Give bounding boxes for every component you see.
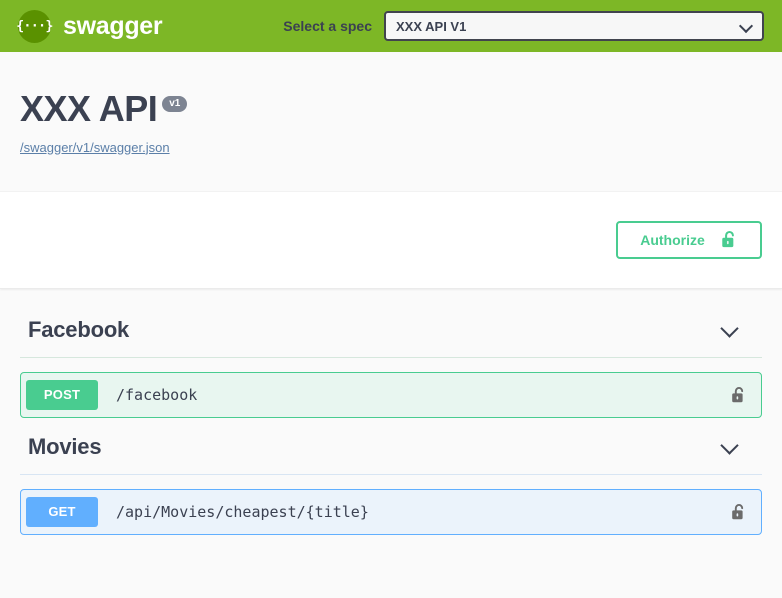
method-badge-get: GET <box>26 496 98 527</box>
tag-name-facebook: Facebook <box>28 316 130 342</box>
unlock-icon <box>721 230 738 249</box>
operation-row[interactable]: GET /api/Movies/cheapest/{title} <box>20 488 762 535</box>
operation-path: /facebook <box>116 385 198 404</box>
spec-selector-label: Select a spec <box>283 18 372 34</box>
unlock-icon[interactable] <box>731 386 747 404</box>
method-badge-post: POST <box>26 379 98 410</box>
swagger-logo[interactable]: {···} swagger <box>16 9 163 43</box>
chevron-down-icon <box>740 20 752 32</box>
authorize-button[interactable]: Authorize <box>616 220 762 259</box>
operation-path: /api/Movies/cheapest/{title} <box>116 502 369 521</box>
spec-selector-group: Select a spec XXX API V1 <box>162 11 764 41</box>
swagger-json-link[interactable]: /swagger/v1/swagger.json <box>20 140 170 155</box>
tag-name-movies: Movies <box>28 433 102 459</box>
unlock-icon[interactable] <box>731 503 747 521</box>
tag-header-movies[interactable]: Movies <box>20 428 762 475</box>
topbar: {···} swagger Select a spec XXX API V1 <box>0 0 782 52</box>
swagger-logo-glyph: {···} <box>16 18 53 34</box>
operation-row[interactable]: POST /facebook <box>20 371 762 418</box>
spec-select-value: XXX API V1 <box>396 18 467 34</box>
tag-header-facebook[interactable]: Facebook <box>20 311 762 358</box>
page-title: XXX API <box>20 88 158 129</box>
swagger-braces-icon: {···} <box>16 9 53 43</box>
tag-section-movies: Movies GET /api/Movies/cheapest/{title} <box>20 428 762 535</box>
authorize-button-label: Authorize <box>640 231 705 248</box>
authorize-bar: Authorize <box>0 191 782 289</box>
chevron-down-icon[interactable] <box>720 320 740 340</box>
version-badge: v1 <box>162 96 188 112</box>
tag-section-facebook: Facebook POST /facebook <box>20 311 762 418</box>
operations-container: Facebook POST /facebook Movies GET /api/… <box>0 288 782 535</box>
spec-select[interactable]: XXX API V1 <box>384 11 764 41</box>
api-info-block: XXX API v1 /swagger/v1/swagger.json <box>0 52 782 192</box>
swagger-brand-text: swagger <box>63 11 163 40</box>
chevron-down-icon[interactable] <box>720 437 740 457</box>
api-title-row: XXX API v1 <box>20 90 762 128</box>
